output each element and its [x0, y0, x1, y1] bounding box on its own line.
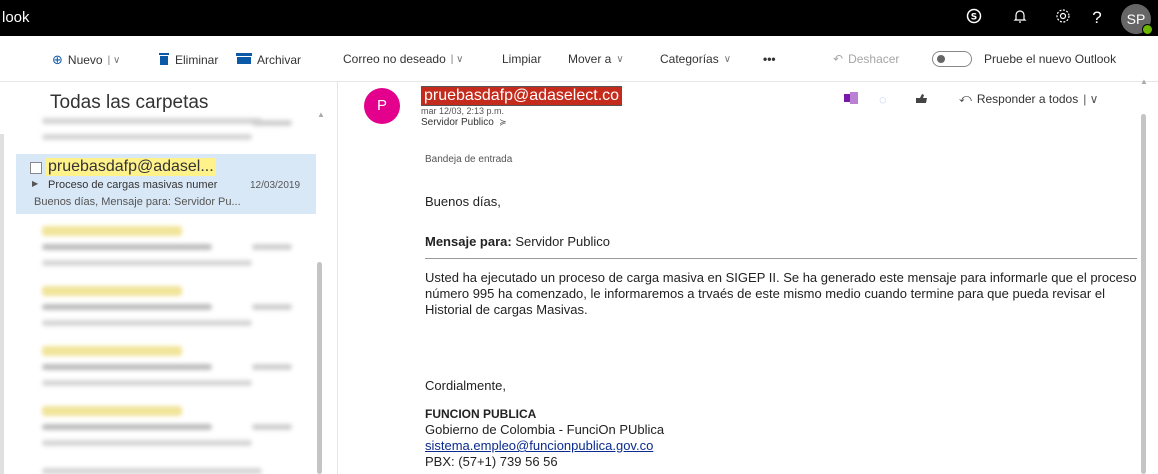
- list-item[interactable]: [16, 342, 306, 398]
- reading-pane: P pruebasdafp@adaselect.co mar 12/03, 2:…: [339, 77, 1158, 474]
- chevron-down-icon: ∨: [616, 53, 624, 65]
- message-sender: pruebasdafp@adasel...: [46, 158, 216, 176]
- chevron-down-icon[interactable]: | ∨: [1083, 92, 1098, 106]
- to-line: Mensaje para: Servidor Publico: [425, 234, 610, 250]
- to-label: Mensaje para:: [425, 234, 512, 249]
- app-title: look: [2, 9, 30, 26]
- chevron-down-icon: ∨: [723, 53, 732, 65]
- gear-icon[interactable]: [1053, 8, 1073, 28]
- list-item[interactable]: [16, 222, 306, 278]
- new-button[interactable]: ⊕ Nuevo | ∨: [52, 52, 120, 68]
- chevron-down-icon[interactable]: | ∨: [108, 55, 121, 66]
- sender-avatar[interactable]: P: [364, 88, 400, 124]
- signature-email-link[interactable]: sistema.empleo@funcionpublica.gov.co: [425, 438, 664, 454]
- message-subject: Proceso de cargas masivas numer: [48, 179, 218, 191]
- more-actions-button[interactable]: •••: [763, 52, 776, 66]
- folder-title: Todas las carpetas: [50, 92, 209, 113]
- loop-icon[interactable]: ◌: [879, 92, 887, 107]
- archive-icon: [236, 52, 252, 67]
- like-icon[interactable]: [915, 92, 928, 107]
- signature-gov: Gobierno de Colombia - FunciOn PUblica: [425, 422, 665, 437]
- chevron-down-icon[interactable]: ≽: [497, 117, 507, 127]
- list-scrollbar[interactable]: [317, 262, 322, 474]
- categories-button[interactable]: Categorías ∨: [660, 52, 731, 66]
- greeting: Buenos días,: [425, 194, 501, 209]
- folder-pane-edge: [0, 134, 4, 474]
- reply-all-icon: ⤺: [959, 91, 972, 105]
- junk-button[interactable]: Correo no deseado | ∨: [343, 52, 463, 66]
- sent-date: mar 12/03, 2:13 p.m.: [421, 106, 505, 116]
- reply-all-button[interactable]: ⤺ Responder a todos | ∨: [959, 91, 1098, 106]
- onenote-icon[interactable]: [844, 92, 858, 107]
- expand-thread-icon[interactable]: ▶: [32, 179, 38, 188]
- plus-circle-icon: ⊕: [52, 52, 63, 67]
- recipient[interactable]: Servidor Publico ≽: [421, 117, 507, 128]
- undo-button[interactable]: ↶ Deshacer: [833, 52, 899, 66]
- undo-icon: ↶: [833, 52, 844, 66]
- top-bar: look S ? SP: [0, 0, 1158, 36]
- closing: Cordialmente,: [425, 378, 506, 393]
- list-item[interactable]: [16, 464, 306, 474]
- signature: FUNCION PUBLICA Gobierno de Colombia - F…: [425, 406, 664, 470]
- message-list-pane: Todas las carpetas ▲ pruebasdafp@adasel.…: [0, 82, 338, 474]
- skype-icon[interactable]: S: [964, 8, 984, 28]
- svg-text:S: S: [971, 13, 977, 23]
- chevron-down-icon[interactable]: | ∨: [451, 54, 464, 65]
- try-new-outlook-label: Pruebe el nuevo Outlook: [984, 52, 1117, 66]
- scroll-up-icon[interactable]: ▲: [317, 110, 325, 119]
- sender-address[interactable]: pruebasdafp@adaselect.co: [421, 86, 623, 106]
- list-item[interactable]: [16, 282, 306, 338]
- scroll-up-icon[interactable]: ▲: [1140, 77, 1148, 86]
- presence-status-icon: [1142, 24, 1153, 35]
- reading-scrollbar[interactable]: [1141, 114, 1146, 474]
- sweep-button[interactable]: Limpiar: [502, 52, 541, 66]
- to-value: Servidor Publico: [511, 234, 610, 249]
- move-to-button[interactable]: Mover a ∨: [568, 52, 624, 66]
- selected-message-item[interactable]: pruebasdafp@adasel... ▶ Proceso de carga…: [16, 154, 316, 214]
- help-icon[interactable]: ?: [1087, 8, 1107, 28]
- new-outlook-toggle[interactable]: [932, 51, 972, 67]
- list-item[interactable]: [16, 114, 306, 154]
- archive-button[interactable]: Archivar: [236, 52, 301, 67]
- list-item[interactable]: [16, 402, 306, 458]
- message-preview: Buenos días, Mensaje para: Servidor Pu..…: [34, 196, 241, 208]
- trash-icon: [158, 52, 170, 68]
- bell-icon[interactable]: [1010, 8, 1030, 28]
- signature-phone: PBX: (57+1) 739 56 56: [425, 454, 558, 469]
- delete-button[interactable]: Eliminar: [158, 52, 218, 68]
- body-paragraph: Usted ha ejecutado un proceso de carga m…: [425, 270, 1137, 317]
- divider: [425, 258, 1137, 259]
- folder-label: Bandeja de entrada: [425, 154, 513, 165]
- toggle-knob: [937, 55, 945, 63]
- signature-org: FUNCION PUBLICA: [425, 407, 537, 421]
- message-checkbox[interactable]: [30, 162, 42, 174]
- message-date: 12/03/2019: [250, 180, 301, 191]
- command-bar: ⊕ Nuevo | ∨ Eliminar Archivar Correo no …: [0, 36, 1158, 82]
